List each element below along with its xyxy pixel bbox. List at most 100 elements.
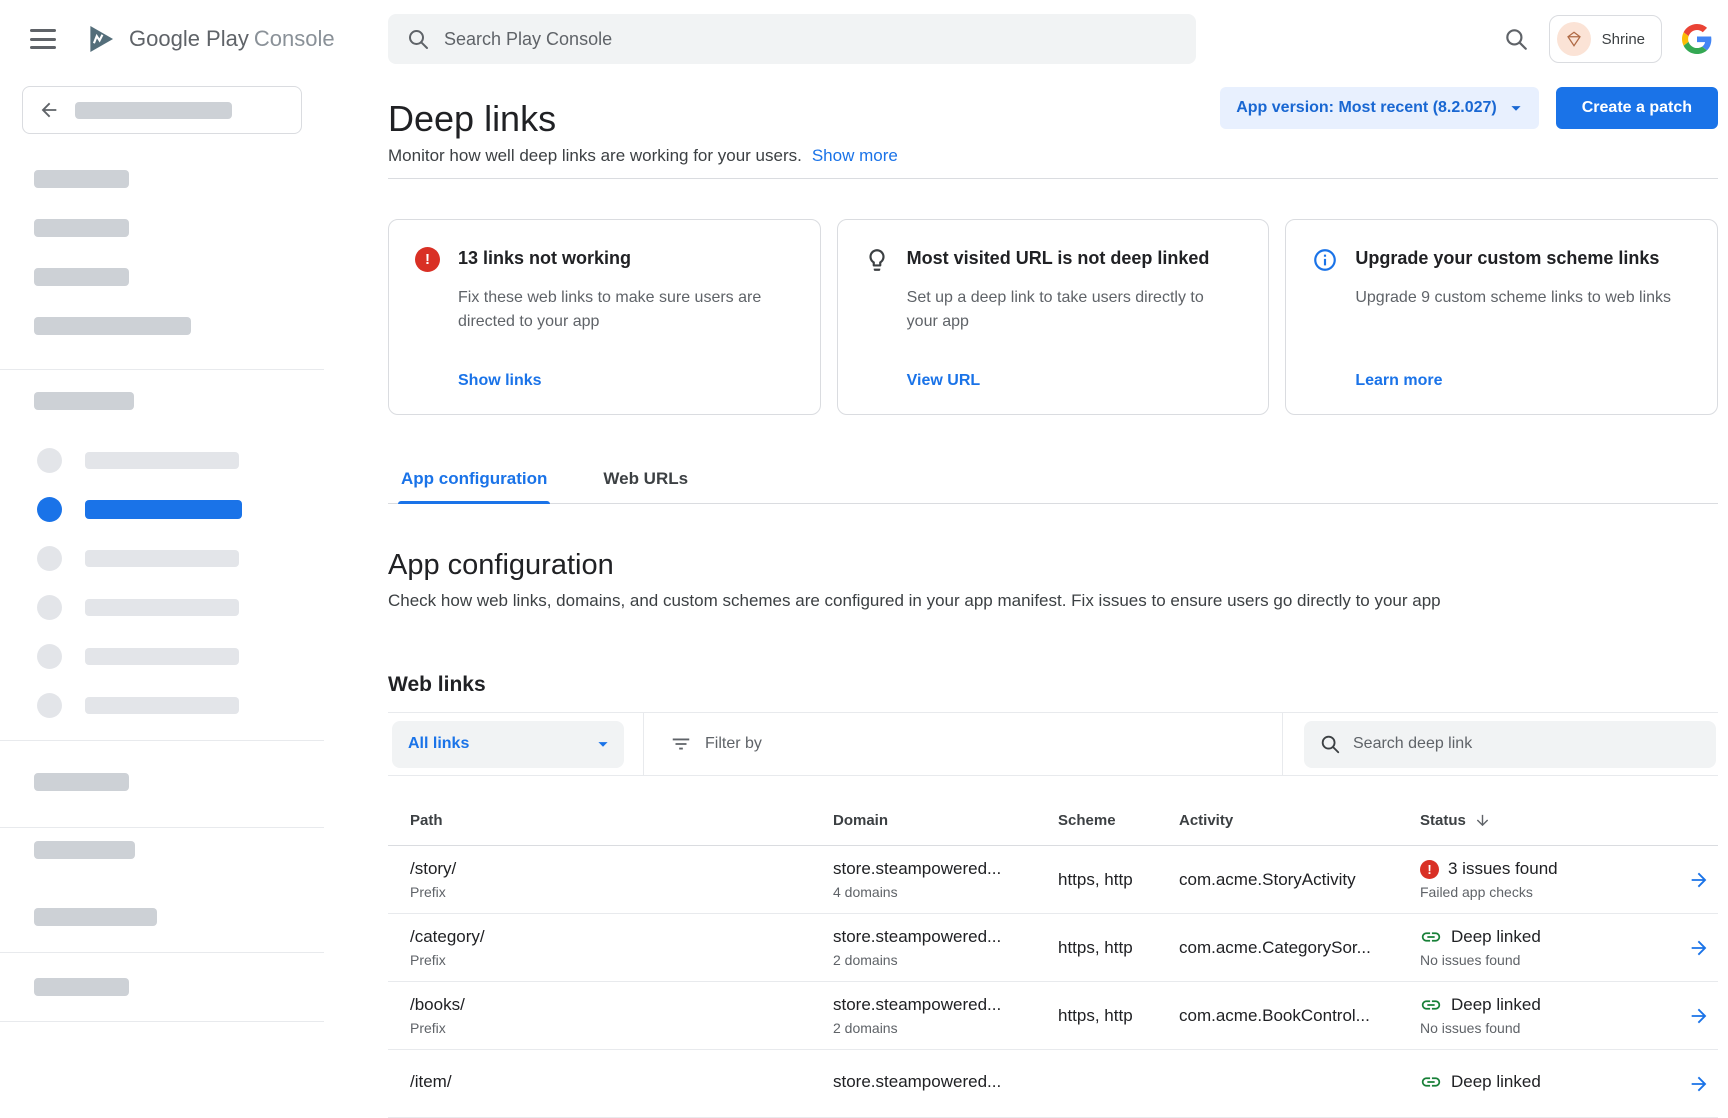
tab-bar: App configuration Web URLs — [388, 455, 1718, 504]
topbar: Google PlayConsole Shrine — [0, 0, 1728, 78]
insight-card-links-not-working: 13 links not working Fix these web links… — [388, 219, 821, 415]
skeleton-bar — [34, 170, 129, 188]
arrow-back-icon — [38, 99, 60, 121]
skeleton-bar — [85, 599, 239, 616]
status-cell: Deep linked No issues found — [1420, 926, 1654, 969]
tab-app-configuration[interactable]: App configuration — [388, 469, 560, 503]
hamburger-menu-button[interactable] — [30, 29, 56, 49]
item-icon-placeholder — [37, 693, 62, 718]
link-icon — [1420, 994, 1442, 1016]
divider — [0, 1021, 324, 1022]
error-icon — [1420, 860, 1439, 879]
web-links-title: Web links — [388, 672, 1718, 698]
status-cell: Deep linked No issues found — [1420, 994, 1654, 1037]
divider — [388, 178, 1718, 179]
table-row[interactable]: /story/ Prefix store.steampowered... 4 d… — [388, 846, 1718, 914]
skeleton-bar — [85, 500, 242, 519]
open-row-arrow[interactable] — [1654, 937, 1710, 959]
link-icon — [1420, 1071, 1442, 1093]
scheme-cell: https, http — [1058, 1005, 1179, 1027]
sidebar-item[interactable] — [37, 693, 324, 718]
path-cell: /item/ — [410, 1071, 833, 1096]
table-row[interactable]: /books/ Prefix store.steampowered... 2 d… — [388, 982, 1718, 1050]
search-icon[interactable] — [1503, 26, 1529, 52]
sidebar-item[interactable] — [37, 644, 324, 669]
back-button[interactable] — [22, 86, 302, 134]
activity-cell: com.acme.BookControl... — [1179, 1005, 1420, 1027]
skeleton-bar — [34, 773, 129, 791]
item-icon-placeholder — [37, 595, 62, 620]
tab-web-urls[interactable]: Web URLs — [590, 469, 701, 503]
skeleton-bar — [34, 317, 191, 335]
status-cell: Deep linked — [1420, 1071, 1654, 1096]
skeleton-bar — [85, 697, 239, 714]
sidebar-item[interactable] — [37, 448, 324, 473]
open-row-arrow[interactable] — [1654, 1073, 1710, 1095]
item-icon-placeholder — [37, 644, 62, 669]
lightbulb-icon — [864, 246, 890, 390]
view-url-link[interactable]: View URL — [907, 372, 1243, 390]
divider — [0, 827, 324, 828]
sidebar-item-selected[interactable] — [37, 497, 324, 522]
app-version-dropdown[interactable]: App version: Most recent (8.2.027) — [1220, 87, 1539, 129]
global-search-input[interactable] — [444, 29, 1178, 50]
divider — [0, 740, 324, 741]
insight-card-upgrade-schemes: Upgrade your custom scheme links Upgrade… — [1285, 219, 1718, 415]
table-row[interactable]: /category/ Prefix store.steampowered... … — [388, 914, 1718, 982]
deep-link-search[interactable] — [1304, 721, 1716, 768]
topbar-actions: Shrine — [1503, 0, 1712, 78]
skeleton-bar — [34, 978, 129, 996]
domain-cell: store.steampowered... 4 domains — [833, 858, 1058, 901]
table-row[interactable]: /item/ store.steampowered... Deep linked — [388, 1050, 1718, 1118]
links-filter-dropdown[interactable]: All links — [392, 721, 624, 768]
skeleton-bar — [34, 841, 135, 859]
search-icon — [406, 27, 430, 51]
play-console-logo[interactable]: Google PlayConsole — [84, 0, 335, 78]
skeleton-bar — [34, 392, 134, 410]
learn-more-link[interactable]: Learn more — [1355, 372, 1691, 390]
path-cell: /category/ Prefix — [410, 926, 833, 969]
filter-by-label: Filter by — [705, 735, 762, 753]
open-row-arrow[interactable] — [1654, 869, 1710, 891]
links-filter-value: All links — [408, 735, 469, 753]
deep-link-search-input[interactable] — [1353, 735, 1701, 753]
logo-text: Google PlayConsole — [129, 26, 335, 52]
item-icon-placeholder — [37, 497, 62, 522]
filter-by-button[interactable]: Filter by — [670, 733, 762, 755]
column-header-scheme: Scheme — [1058, 812, 1179, 829]
show-links-link[interactable]: Show links — [458, 372, 794, 390]
card-title: 13 links not working — [458, 246, 794, 271]
app-switcher-chip[interactable]: Shrine — [1549, 15, 1662, 63]
page-actions: App version: Most recent (8.2.027) Creat… — [1220, 87, 1718, 129]
domain-cell: store.steampowered... 2 domains — [833, 926, 1058, 969]
column-header-domain: Domain — [833, 812, 1058, 829]
sidebar-item[interactable] — [37, 595, 324, 620]
column-header-status[interactable]: Status — [1420, 812, 1654, 829]
status-cell: 3 issues found Failed app checks — [1420, 858, 1654, 901]
card-body: Fix these web links to make sure users a… — [458, 286, 788, 334]
play-console-app: Google PlayConsole Shrine — [0, 0, 1728, 1080]
chevron-down-icon — [1505, 97, 1527, 119]
error-icon — [415, 247, 440, 272]
card-body: Set up a deep link to take users directl… — [907, 286, 1237, 334]
skeleton-bar — [85, 550, 239, 567]
web-links-toolbar: All links Filter by — [388, 712, 1718, 776]
google-logo-icon — [1682, 24, 1712, 54]
sidebar — [0, 78, 324, 1080]
diamond-icon — [1565, 30, 1583, 48]
skeleton-bar — [34, 219, 129, 237]
app-name-label: Shrine — [1602, 31, 1645, 48]
show-more-link[interactable]: Show more — [812, 146, 898, 166]
search-icon — [1319, 733, 1341, 755]
divider — [1282, 713, 1283, 775]
path-cell: /story/ Prefix — [410, 858, 833, 901]
create-patch-button[interactable]: Create a patch — [1556, 87, 1718, 129]
sidebar-item[interactable] — [37, 546, 324, 571]
open-row-arrow[interactable] — [1654, 1005, 1710, 1027]
section-description: Check how web links, domains, and custom… — [388, 590, 1718, 612]
skeleton-bar — [85, 452, 239, 469]
divider — [643, 713, 644, 775]
path-cell: /books/ Prefix — [410, 994, 833, 1037]
global-search[interactable] — [388, 14, 1196, 64]
scheme-cell: https, http — [1058, 937, 1179, 959]
